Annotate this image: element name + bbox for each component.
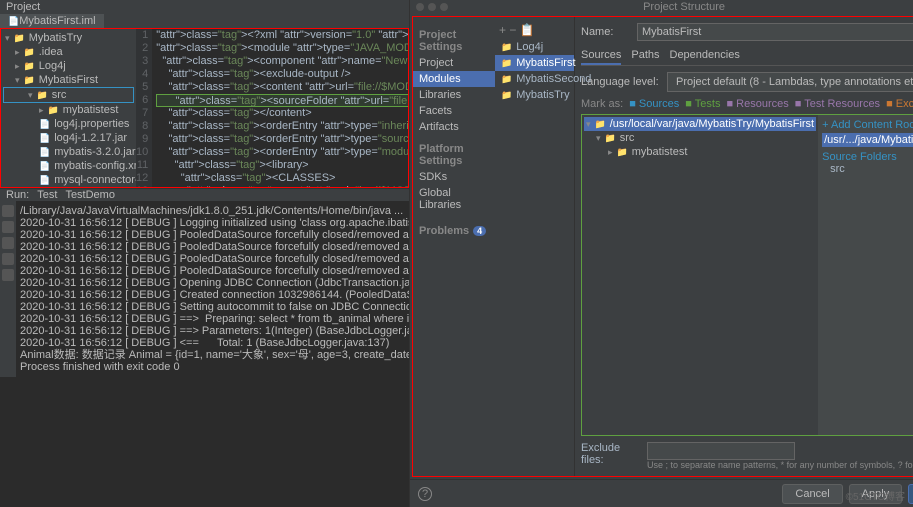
console-toolbar[interactable]: [0, 201, 16, 377]
module-selected: MybatisFirst: [495, 55, 574, 71]
rerun-icon[interactable]: [2, 205, 14, 217]
tab-sources[interactable]: Sources: [581, 47, 621, 65]
clear-icon[interactable]: [2, 269, 14, 281]
sidebar-sdks[interactable]: SDKs: [413, 169, 495, 185]
code-editor[interactable]: 1234567891011121314151617181920212223242…: [136, 29, 408, 187]
problems-badge[interactable]: 4: [473, 226, 486, 236]
add-content-root[interactable]: + Add Content Root: [822, 119, 913, 131]
mark-excluded[interactable]: ■ Excluded: [886, 98, 913, 110]
line-gutter: 1234567891011121314151617181920212223242…: [136, 29, 152, 187]
console-output[interactable]: /Library/Java/JavaVirtualMachines/jdk1.8…: [16, 201, 409, 377]
dialog-title: Project Structure: [643, 1, 725, 13]
tree-src[interactable]: src: [52, 89, 67, 101]
module-name-input[interactable]: [637, 23, 913, 41]
mark-tests[interactable]: ■ Tests: [685, 98, 720, 110]
exclude-files-input[interactable]: [647, 442, 795, 460]
project-tree[interactable]: MybatisTry .idea Log4j MybatisFirst src …: [1, 29, 136, 187]
content-root-side: + Add Content Root /usr/.../java/Mybatis…: [818, 115, 913, 435]
tab-dependencies[interactable]: Dependencies: [670, 47, 740, 65]
module-toolbar[interactable]: + − 📋: [495, 21, 574, 39]
content-root-path[interactable]: /usr/local/var/java/MybatisTry/MybatisFi…: [610, 118, 814, 130]
project-panel-label[interactable]: Project: [6, 1, 40, 13]
run-label: Run:: [6, 189, 29, 201]
run-console: Run: Test TestDemo /Library/Java/JavaVir…: [0, 188, 409, 348]
language-level-select[interactable]: Project default (8 - Lambdas, type annot…: [667, 72, 913, 92]
print-icon[interactable]: [2, 253, 14, 265]
cancel-button[interactable]: Cancel: [782, 484, 842, 504]
editor-tab[interactable]: MybatisFirst.iml: [0, 14, 104, 28]
editor-tab-bar: MybatisFirst.iml: [0, 14, 409, 28]
sidebar-libraries[interactable]: Libraries: [413, 87, 495, 103]
ok-button[interactable]: OK: [908, 484, 913, 504]
sidebar-project[interactable]: Project: [413, 55, 495, 71]
project-structure-dialog: Project Structure Project Settings Proje…: [410, 0, 913, 507]
mark-sources[interactable]: ■ Sources: [629, 98, 679, 110]
sidebar-facets[interactable]: Facets: [413, 103, 495, 119]
mark-resources[interactable]: ■ Resources: [726, 98, 788, 110]
sidebar-artifacts[interactable]: Artifacts: [413, 119, 495, 135]
module-list[interactable]: + − 📋 Log4j MybatisFirst MybatisSecond M…: [495, 17, 575, 476]
dialog-sidebar[interactable]: Project Settings Project Modules Librari…: [413, 17, 495, 476]
stop-icon[interactable]: [2, 221, 14, 233]
watermark: ©51CTO博客: [846, 488, 905, 503]
scroll-icon[interactable]: [2, 237, 14, 249]
console-tab-testdemo[interactable]: TestDemo: [65, 189, 115, 201]
window-controls[interactable]: [416, 3, 448, 11]
help-icon[interactable]: ?: [418, 487, 432, 501]
console-tab-test[interactable]: Test: [37, 189, 57, 201]
content-root-tree[interactable]: /usr/local/var/java/MybatisTry/MybatisFi…: [582, 115, 818, 435]
tree-root[interactable]: MybatisTry: [29, 32, 82, 44]
sidebar-global-libs[interactable]: Global Libraries: [413, 185, 495, 213]
toolbar: Project: [0, 0, 409, 14]
mark-as-row: Mark as: ■ Sources ■ Tests ■ Resources ■…: [581, 98, 913, 110]
mark-test-resources[interactable]: ■ Test Resources: [795, 98, 880, 110]
tab-paths[interactable]: Paths: [631, 47, 659, 65]
name-label: Name:: [581, 26, 631, 38]
module-subtabs[interactable]: Sources Paths Dependencies: [581, 47, 913, 66]
sidebar-modules[interactable]: Modules: [413, 71, 495, 87]
